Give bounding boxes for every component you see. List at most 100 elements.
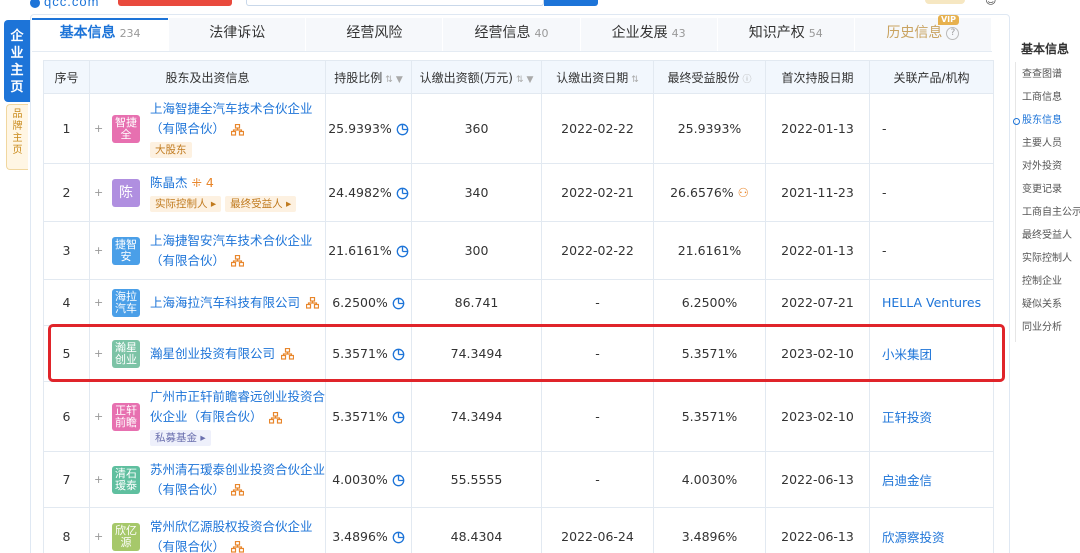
relation-graph-icon[interactable] — [268, 411, 282, 424]
shareholder-name[interactable]: 陈晶杰 — [150, 175, 188, 190]
right-nav-item[interactable]: 疑似关系 — [1015, 293, 1080, 316]
site-logo[interactable]: qcc.com — [30, 0, 99, 9]
expand-icon[interactable]: + — [94, 473, 106, 486]
tab-6[interactable]: 历史信息? VIP — [855, 15, 992, 51]
relation-graph-icon[interactable] — [306, 297, 320, 309]
col-ratio[interactable]: 持股比例 ⇅ ▼ — [325, 60, 412, 94]
tab-4[interactable]: 企业发展 43 — [581, 18, 718, 51]
right-nav-item[interactable]: 股东信息 — [1013, 109, 1080, 132]
right-nav-item[interactable]: 工商信息 — [1015, 86, 1080, 109]
col-ratio-label: 持股比例 — [334, 70, 383, 85]
equity-chart-icon[interactable] — [396, 245, 409, 258]
relation-graph-icon[interactable] — [231, 484, 245, 496]
relation-graph-icon[interactable] — [281, 348, 295, 360]
company-home-tab[interactable]: 企业主页 — [4, 20, 30, 102]
col-amount[interactable]: 认缴出资额(万元) ⇅ ▼ — [411, 60, 542, 94]
ratio-cell: 5.3571% — [325, 381, 412, 452]
sort-icon[interactable]: ⇅ — [516, 75, 524, 85]
table-row: 5 + 瀚星创业 瀚星创业投资有限公司 5.3571% 74.3494- 5.3571% 20… — [43, 325, 994, 382]
expand-icon[interactable]: + — [94, 186, 106, 199]
help-icon[interactable]: ? — [946, 26, 960, 40]
right-nav-item[interactable]: 实际控制人 — [1015, 247, 1080, 270]
related-link[interactable]: 小米集团 — [882, 347, 932, 362]
right-nav-item[interactable]: 主要人员 — [1015, 132, 1080, 155]
expand-icon[interactable]: + — [94, 122, 106, 135]
brand-home-tab[interactable]: 品牌主页 — [6, 104, 28, 170]
tab-5[interactable]: 知识产权 54 — [718, 18, 855, 51]
right-nav-item[interactable]: 变更记录 — [1015, 178, 1080, 201]
col-date[interactable]: 认缴出资日期 ⇅ — [541, 60, 654, 94]
related-link[interactable]: 启迪金信 — [882, 473, 932, 488]
expand-icon[interactable]: + — [94, 530, 106, 543]
related-count[interactable]: ⁜ 4 — [188, 175, 213, 190]
shareholder-name[interactable]: 上海海拉汽车科技有限公司 — [150, 295, 300, 310]
right-nav-head: 基本信息 — [1021, 42, 1070, 56]
right-nav-item[interactable]: 控制企业 — [1015, 270, 1080, 293]
sort-icon[interactable]: ⇅ — [385, 75, 393, 85]
shareholder-info: 上海智捷全汽车技术合伙企业（有限合伙） 大股东 — [150, 99, 325, 158]
subscribed-date: 2022-06-24 — [541, 507, 654, 553]
tab-0[interactable]: 基本信息 234 — [32, 18, 170, 51]
subscribed-date: - — [541, 325, 654, 382]
relation-graph-icon[interactable] — [231, 123, 245, 136]
shareholder-info: 上海捷智安汽车技术合伙企业（有限合伙） — [150, 231, 325, 271]
right-nav-item[interactable]: 查查图谱 — [1015, 63, 1080, 86]
equity-chart-icon[interactable] — [392, 531, 405, 544]
right-nav-item[interactable]: 对外投资 — [1015, 155, 1080, 178]
subscribed-amount: 360 — [411, 93, 542, 164]
related-link[interactable]: 欣源察投资 — [882, 530, 945, 545]
first-holding-date: 2022-07-21 — [765, 279, 870, 326]
equity-chart-icon[interactable] — [396, 123, 409, 136]
shareholder-avatar[interactable]: 瀚星创业 — [112, 339, 140, 368]
shareholder-avatar[interactable]: 捷智安 — [112, 236, 140, 265]
benefit-cell: 5.3571% — [653, 325, 766, 382]
relation-graph-icon[interactable] — [231, 255, 245, 267]
shareholder-cell: + 清石瑷泰 苏州清石瑷泰创业投资合伙企业（有限合伙） — [89, 451, 326, 508]
equity-chart-icon[interactable] — [392, 297, 405, 310]
tab-3[interactable]: 经营信息 40 — [443, 18, 581, 51]
share-ratio: 25.9393% — [328, 121, 392, 136]
right-nav-item[interactable]: 工商自主公示 — [1015, 201, 1080, 224]
related-link[interactable]: 正轩投资 — [882, 410, 932, 425]
equity-chart-icon[interactable] — [392, 348, 405, 361]
status-badge[interactable]: 最终受益人 ▸ — [225, 196, 297, 212]
tab-1[interactable]: 法律诉讼 — [169, 18, 307, 51]
expand-icon[interactable]: + — [94, 244, 106, 257]
vip-badge: VIP — [937, 15, 959, 25]
shareholder-name[interactable]: 广州市正轩前瞻睿远创业投资合伙企业（有限合伙） — [150, 389, 325, 424]
info-icon[interactable]: ⓘ — [743, 75, 752, 85]
status-badge[interactable]: 实际控制人 ▸ — [150, 196, 222, 212]
status-badge[interactable]: 私募基金 ▸ — [150, 430, 211, 446]
search-button[interactable] — [544, 0, 598, 6]
relation-graph-icon[interactable] — [231, 541, 245, 553]
shareholder-avatar[interactable]: 海拉汽车 — [112, 288, 140, 317]
sort-icon[interactable]: ⇅ — [631, 75, 639, 85]
shareholder-name-line: 陈晶杰 ⁜ 4 — [150, 173, 325, 193]
shareholder-avatar[interactable]: 清石瑷泰 — [112, 465, 140, 494]
tab-label: 知识产权 — [748, 25, 805, 41]
equity-chart-icon[interactable] — [392, 411, 405, 424]
expand-icon[interactable]: + — [94, 296, 106, 309]
expand-icon[interactable]: + — [94, 347, 106, 360]
shareholder-avatar[interactable]: 陈 — [112, 178, 140, 207]
tab-label: 基本信息 — [59, 25, 116, 41]
tab-2[interactable]: 经营风险 — [306, 18, 444, 51]
shareholder-avatar[interactable]: 欣亿源 — [112, 522, 140, 551]
filter-icon[interactable]: ▼ — [527, 75, 534, 85]
search-input[interactable] — [246, 0, 544, 6]
vip-entry[interactable] — [925, 0, 965, 4]
right-nav-item[interactable]: 同业分析 — [1015, 316, 1080, 339]
shareholder-name[interactable]: 瀚星创业投资有限公司 — [150, 346, 275, 361]
promo-badge[interactable] — [118, 0, 232, 6]
related-link[interactable]: HELLA Ventures — [882, 295, 981, 310]
shareholder-avatar[interactable]: 智捷全 — [112, 114, 140, 143]
shareholder-name-line: 上海海拉汽车科技有限公司 — [150, 293, 325, 313]
equity-chart-icon[interactable] — [396, 187, 409, 200]
shareholder-avatar[interactable]: 正轩前瞻 — [112, 402, 140, 431]
benefit-graph-icon[interactable]: ⚇ — [734, 185, 749, 200]
equity-chart-icon[interactable] — [392, 474, 405, 487]
user-icon[interactable]: ☺ — [985, 0, 996, 7]
expand-icon[interactable]: + — [94, 410, 106, 423]
filter-icon[interactable]: ▼ — [396, 75, 403, 85]
right-nav-item[interactable]: 最终受益人 — [1015, 224, 1080, 247]
